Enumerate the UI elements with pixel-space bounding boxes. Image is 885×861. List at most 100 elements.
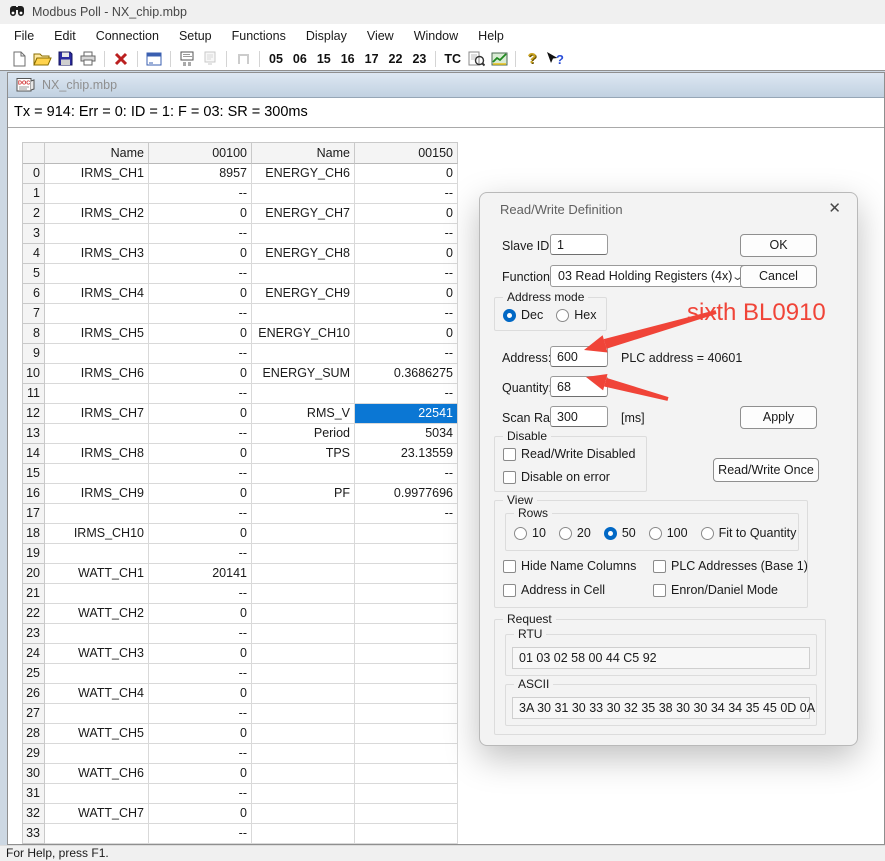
open-file-icon[interactable] bbox=[31, 49, 53, 69]
function-17-button[interactable]: 17 bbox=[361, 52, 383, 66]
table-cell[interactable] bbox=[355, 524, 458, 544]
table-cell[interactable] bbox=[252, 724, 355, 744]
table-cell[interactable] bbox=[45, 224, 149, 244]
table-cell[interactable] bbox=[45, 664, 149, 684]
table-cell[interactable] bbox=[252, 644, 355, 664]
table-cell[interactable]: 8957 bbox=[149, 164, 252, 184]
function-16-button[interactable]: 16 bbox=[337, 52, 359, 66]
table-cell[interactable]: -- bbox=[149, 624, 252, 644]
function-select[interactable]: 03 Read Holding Registers (4x) ⌄ bbox=[550, 265, 750, 287]
table-cell[interactable] bbox=[252, 704, 355, 724]
table-cell[interactable]: 0 bbox=[149, 204, 252, 224]
table-cell[interactable]: TPS bbox=[252, 444, 355, 464]
hex-radio[interactable]: Hex bbox=[556, 308, 596, 322]
quantity-input[interactable]: 68 bbox=[550, 376, 608, 397]
table-cell[interactable] bbox=[45, 544, 149, 564]
table-cell[interactable] bbox=[355, 824, 458, 844]
function-23-button[interactable]: 23 bbox=[408, 52, 430, 66]
table-cell[interactable]: 23.13559 bbox=[355, 444, 458, 464]
table-cell[interactable]: WATT_CH3 bbox=[45, 644, 149, 664]
table-cell[interactable] bbox=[252, 464, 355, 484]
help-icon[interactable]: ? bbox=[521, 49, 543, 69]
table-cell[interactable] bbox=[45, 424, 149, 444]
table-cell[interactable] bbox=[355, 664, 458, 684]
table-cell[interactable] bbox=[252, 564, 355, 584]
table-cell[interactable] bbox=[355, 604, 458, 624]
table-cell[interactable]: -- bbox=[149, 264, 252, 284]
table-cell[interactable] bbox=[355, 704, 458, 724]
chart-view-icon[interactable] bbox=[488, 49, 510, 69]
table-cell[interactable]: -- bbox=[149, 464, 252, 484]
table-cell[interactable]: -- bbox=[149, 424, 252, 444]
table-cell[interactable] bbox=[252, 824, 355, 844]
table-cell[interactable] bbox=[45, 264, 149, 284]
document-titlebar[interactable]: DOC NX_chip.mbp bbox=[8, 73, 884, 98]
table-cell[interactable]: -- bbox=[355, 304, 458, 324]
table-cell[interactable]: ENERGY_SUM bbox=[252, 364, 355, 384]
ok-button[interactable]: OK bbox=[740, 234, 817, 257]
table-cell[interactable]: IRMS_CH4 bbox=[45, 284, 149, 304]
table-cell[interactable]: ENERGY_CH8 bbox=[252, 244, 355, 264]
table-cell[interactable] bbox=[355, 784, 458, 804]
table-cell[interactable] bbox=[355, 744, 458, 764]
print-icon[interactable] bbox=[77, 49, 99, 69]
table-cell[interactable]: 0 bbox=[149, 684, 252, 704]
table-cell[interactable]: -- bbox=[149, 704, 252, 724]
table-cell[interactable] bbox=[45, 184, 149, 204]
table-cell[interactable] bbox=[252, 664, 355, 684]
table-cell[interactable]: IRMS_CH8 bbox=[45, 444, 149, 464]
table-cell[interactable]: 0 bbox=[355, 204, 458, 224]
table-cell[interactable]: PF bbox=[252, 484, 355, 504]
table-cell[interactable] bbox=[252, 524, 355, 544]
table-cell[interactable]: 0 bbox=[149, 524, 252, 544]
table-cell[interactable]: -- bbox=[149, 184, 252, 204]
hide-name-columns-checkbox[interactable]: Hide Name Columns bbox=[503, 559, 653, 573]
apply-button[interactable]: Apply bbox=[740, 406, 817, 429]
table-cell[interactable]: 0.3686275 bbox=[355, 364, 458, 384]
rows-50-radio[interactable]: 50 bbox=[604, 526, 636, 540]
rows-100-radio[interactable]: 100 bbox=[649, 526, 688, 540]
table-cell[interactable] bbox=[355, 584, 458, 604]
menu-item-edit[interactable]: Edit bbox=[44, 26, 86, 46]
table-cell[interactable]: -- bbox=[149, 784, 252, 804]
table-cell[interactable] bbox=[252, 784, 355, 804]
table-cell[interactable]: IRMS_CH2 bbox=[45, 204, 149, 224]
table-cell[interactable]: 0 bbox=[149, 284, 252, 304]
table-cell[interactable]: -- bbox=[149, 824, 252, 844]
table-cell[interactable]: -- bbox=[355, 384, 458, 404]
table-cell[interactable]: 0 bbox=[149, 484, 252, 504]
table-cell[interactable] bbox=[252, 604, 355, 624]
table-cell[interactable]: Period bbox=[252, 424, 355, 444]
table-cell[interactable]: 0 bbox=[355, 164, 458, 184]
table-cell[interactable] bbox=[252, 384, 355, 404]
disable-on-error-checkbox[interactable]: Disable on error bbox=[503, 470, 646, 484]
table-cell[interactable]: 0 bbox=[149, 764, 252, 784]
table-cell[interactable]: 0 bbox=[149, 644, 252, 664]
enron-daniel-mode-checkbox[interactable]: Enron/Daniel Mode bbox=[653, 583, 808, 597]
function-22-button[interactable]: 22 bbox=[385, 52, 407, 66]
plc-addresses-base-1-checkbox[interactable]: PLC Addresses (Base 1) bbox=[653, 559, 808, 573]
table-cell[interactable]: -- bbox=[355, 224, 458, 244]
menu-item-window[interactable]: Window bbox=[404, 26, 468, 46]
table-cell[interactable] bbox=[45, 744, 149, 764]
table-cell[interactable]: -- bbox=[149, 224, 252, 244]
table-cell[interactable] bbox=[252, 264, 355, 284]
table-cell[interactable] bbox=[252, 684, 355, 704]
function-05-button[interactable]: 05 bbox=[265, 52, 287, 66]
table-cell[interactable]: 0 bbox=[149, 804, 252, 824]
table-cell[interactable]: WATT_CH7 bbox=[45, 804, 149, 824]
menu-item-functions[interactable]: Functions bbox=[222, 26, 296, 46]
table-cell[interactable] bbox=[355, 804, 458, 824]
table-cell[interactable] bbox=[45, 504, 149, 524]
table-cell[interactable] bbox=[45, 384, 149, 404]
table-cell[interactable] bbox=[355, 684, 458, 704]
function-06-button[interactable]: 06 bbox=[289, 52, 311, 66]
table-cell[interactable]: 0 bbox=[149, 364, 252, 384]
table-cell[interactable] bbox=[45, 304, 149, 324]
table-cell[interactable]: WATT_CH2 bbox=[45, 604, 149, 624]
menu-item-connection[interactable]: Connection bbox=[86, 26, 169, 46]
table-cell[interactable]: IRMS_CH6 bbox=[45, 364, 149, 384]
table-cell[interactable]: -- bbox=[149, 664, 252, 684]
table-cell[interactable] bbox=[252, 544, 355, 564]
table-cell[interactable]: 20141 bbox=[149, 564, 252, 584]
